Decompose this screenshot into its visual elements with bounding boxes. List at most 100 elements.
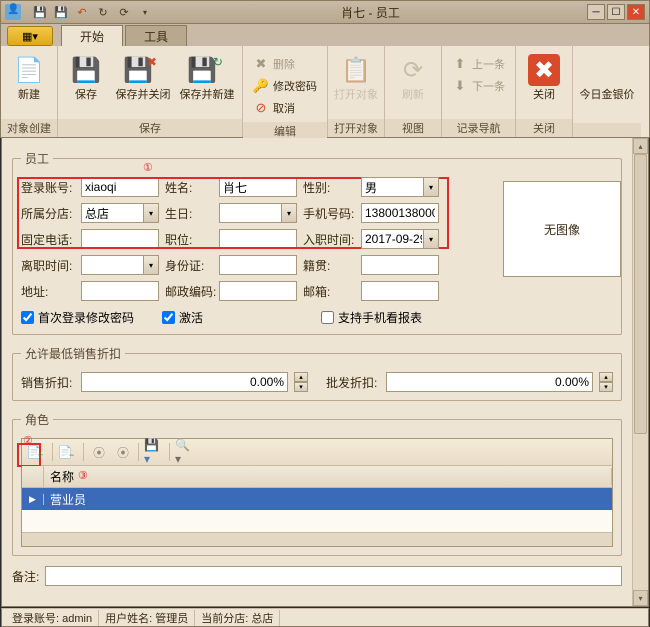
active-input[interactable] <box>162 311 175 324</box>
prev-record-button[interactable]: ⬆上一条 <box>448 54 509 74</box>
grid-header-rowsel[interactable] <box>22 466 44 487</box>
save-close-label: 保存并关闭 <box>116 89 171 102</box>
new-button[interactable]: 📄 新建 <box>7 50 51 102</box>
chevron-down-icon[interactable]: ▾ <box>143 203 159 223</box>
save-icon: 💾 <box>70 54 102 86</box>
refresh-button[interactable]: ⟳ 刷新 <box>391 50 435 102</box>
scroll-up-icon[interactable]: ▴ <box>633 138 648 154</box>
first-login-pwd-label: 首次登录修改密码 <box>38 309 134 326</box>
spin-down-icon[interactable]: ▾ <box>599 382 613 392</box>
role-first-button[interactable]: ⦿ <box>88 442 110 462</box>
idcard-input[interactable] <box>219 255 297 275</box>
table-row[interactable]: ▶ 营业员 <box>22 488 612 510</box>
app-menu-button[interactable]: ▦▾ <box>7 26 53 46</box>
toolbar-separator <box>138 443 139 461</box>
chevron-down-icon[interactable]: ▾ <box>423 229 439 249</box>
wholesale-disc-spinner[interactable]: ▴▾ <box>599 372 613 392</box>
sale-disc-spinner[interactable]: ▴▾ <box>294 372 308 392</box>
addr-input[interactable] <box>81 281 159 301</box>
ribbon-group-edit: ✖删除 🔑修改密码 ⊘取消 编辑 <box>243 46 328 137</box>
save-new-button[interactable]: 💾↻ 保存并新建 <box>178 50 236 102</box>
tab-tools[interactable]: 工具 <box>125 25 187 46</box>
first-login-pwd-checkbox[interactable]: 首次登录修改密码 <box>21 309 134 326</box>
zip-input[interactable] <box>219 281 297 301</box>
vertical-scrollbar[interactable]: ▴ ▾ <box>632 138 648 606</box>
refresh-icon: ⟳ <box>397 54 429 86</box>
photo-placeholder[interactable]: 无图像 <box>503 181 621 277</box>
tel-input[interactable] <box>81 229 159 249</box>
login-input[interactable] <box>81 177 159 197</box>
prev-label: 上一条 <box>472 56 505 72</box>
chevron-down-icon[interactable]: ▾ <box>143 255 159 275</box>
qa-redo-icon[interactable]: ↻ <box>94 3 112 21</box>
remark-row: 备注: <box>12 566 622 586</box>
chevron-down-icon[interactable]: ▾ <box>281 203 297 223</box>
delete-button[interactable]: ✖删除 <box>249 54 321 74</box>
roles-grid-wrapper: 📄+ 📄− ⦿ ⦿ 💾▾ 🔍▾ ③ 名称 <box>21 438 613 547</box>
hire-select[interactable]: ▾ <box>361 229 439 249</box>
close-icon: ✖ <box>528 54 560 86</box>
mobile-report-input[interactable] <box>321 311 334 324</box>
close-button[interactable]: ✕ <box>627 4 645 20</box>
save-button[interactable]: 💾 保存 <box>64 50 108 102</box>
role-last-button[interactable]: ⦿ <box>112 442 134 462</box>
birth-label: 生日: <box>165 205 213 222</box>
spin-up-icon[interactable]: ▴ <box>599 372 613 382</box>
minimize-button[interactable]: ─ <box>587 4 605 20</box>
gender-select[interactable]: ▾ <box>361 177 439 197</box>
tab-start[interactable]: 开始 <box>61 25 123 46</box>
next-record-button[interactable]: ⬇下一条 <box>448 76 509 96</box>
birth-select[interactable]: ▾ <box>219 203 297 223</box>
qa-undo-icon[interactable]: ↶ <box>73 3 91 21</box>
new-label: 新建 <box>18 89 40 102</box>
maximize-button[interactable]: ☐ <box>607 4 625 20</box>
cancel-icon: ⊘ <box>253 100 269 116</box>
change-pwd-button[interactable]: 🔑修改密码 <box>249 76 321 96</box>
remark-label: 备注: <box>12 568 39 585</box>
leave-select[interactable]: ▾ <box>81 255 159 275</box>
sale-disc-input[interactable] <box>81 372 288 392</box>
spin-down-icon[interactable]: ▾ <box>294 382 308 392</box>
phone-input[interactable] <box>361 203 439 223</box>
role-export-button[interactable]: 💾▾ <box>143 442 165 462</box>
ribbon-group-create: 📄 新建 对象创建 <box>1 46 58 137</box>
save-new-label: 保存并新建 <box>180 89 235 102</box>
role-search-button[interactable]: 🔍▾ <box>174 442 196 462</box>
save-close-button[interactable]: 💾✖ 保存并关闭 <box>114 50 172 102</box>
gold-icon <box>591 54 623 86</box>
grid-hscrollbar[interactable] <box>22 532 612 546</box>
gender-label: 性别: <box>303 179 355 196</box>
open-object-button[interactable]: 📋 打开对象 <box>334 50 378 102</box>
wholesale-disc-input[interactable] <box>386 372 593 392</box>
first-login-pwd-input[interactable] <box>21 311 34 324</box>
ribbon-group-view: ⟳ 刷新 视图 <box>385 46 442 137</box>
qa-dropdown-icon[interactable]: ▾ <box>136 3 154 21</box>
gold-price-button[interactable]: 今日金银价 <box>579 50 635 102</box>
gold-label: 今日金银价 <box>580 89 635 102</box>
name-input[interactable] <box>219 177 297 197</box>
qa-refresh-icon[interactable]: ⟳ <box>115 3 133 21</box>
toolbar-separator <box>83 443 84 461</box>
close-module-button[interactable]: ✖ 关闭 <box>522 50 566 102</box>
title-input[interactable] <box>219 229 297 249</box>
remark-input[interactable] <box>45 566 622 586</box>
scroll-down-icon[interactable]: ▾ <box>633 590 648 606</box>
delete-icon: ✖ <box>253 56 269 72</box>
active-checkbox[interactable]: 激活 <box>162 309 203 326</box>
cancel-button[interactable]: ⊘取消 <box>249 98 321 118</box>
grid-header-name[interactable]: 名称 <box>44 468 612 485</box>
qa-save-icon[interactable]: 💾 <box>31 3 49 21</box>
scroll-thumb[interactable] <box>634 154 647 434</box>
spin-up-icon[interactable]: ▴ <box>294 372 308 382</box>
mobile-report-checkbox[interactable]: 支持手机看报表 <box>321 309 422 326</box>
chevron-down-icon[interactable]: ▾ <box>423 177 439 197</box>
checkbox-row: 首次登录修改密码 激活 支持手机看报表 <box>21 309 491 326</box>
role-name-cell[interactable]: 营业员 <box>44 491 612 508</box>
email-input[interactable] <box>361 281 439 301</box>
native-input[interactable] <box>361 255 439 275</box>
qa-save-close-icon[interactable]: 💾 <box>52 3 70 21</box>
discount-legend: 允许最低销售折扣 <box>21 345 125 362</box>
role-remove-button[interactable]: 📄− <box>57 442 79 462</box>
ribbon: 📄 新建 对象创建 💾 保存 💾✖ 保存并关闭 💾↻ 保存并新建 保存 <box>0 46 650 138</box>
store-select[interactable]: ▾ <box>81 203 159 223</box>
